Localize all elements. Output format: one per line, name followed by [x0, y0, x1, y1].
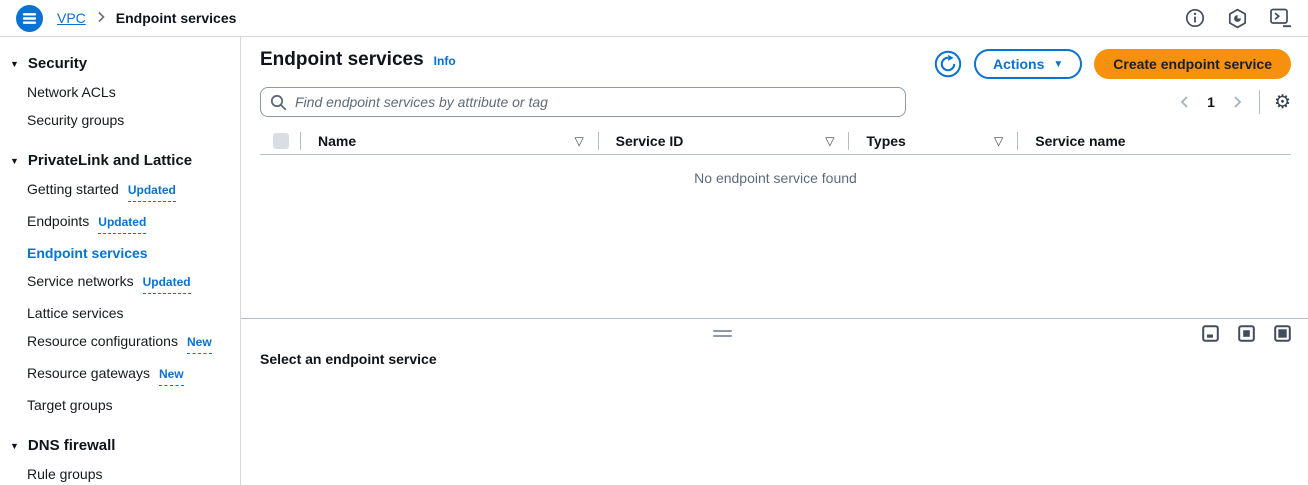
info-link[interactable]: Info: [434, 54, 456, 68]
sidebar-item-label: Network ACLs: [27, 83, 116, 101]
page-number[interactable]: 1: [1199, 94, 1223, 110]
split-panel-drag-handle[interactable]: [713, 330, 732, 337]
breadcrumb: VPC Endpoint services: [57, 10, 236, 26]
sidebar-item-label: Resource configurations: [27, 332, 178, 350]
hamburger-menu-icon[interactable]: [16, 5, 43, 32]
sort-icon[interactable]: ▽: [994, 134, 1003, 148]
updated-badge: Updated: [98, 213, 146, 234]
column-header-service-id[interactable]: Service ID ▽: [599, 133, 849, 149]
empty-state-message: No endpoint service found: [260, 155, 1291, 201]
sort-icon[interactable]: ▽: [574, 134, 583, 148]
breadcrumb-vpc-link[interactable]: VPC: [57, 10, 86, 26]
nav-section-security: ▼ Security Network ACLs Security groups: [0, 49, 240, 134]
sidebar-item-resource-configurations[interactable]: Resource configurations New: [0, 327, 240, 359]
column-header-types[interactable]: Types ▽: [849, 133, 1017, 149]
column-label: Name: [318, 133, 356, 149]
sidebar-item-getting-started[interactable]: Getting started Updated: [0, 175, 240, 207]
top-navigation-bar: VPC Endpoint services: [0, 0, 1308, 37]
info-icon[interactable]: [1185, 8, 1205, 28]
sidebar-item-label: Getting started: [27, 180, 119, 198]
sidebar-item-label: Resource gateways: [27, 364, 150, 382]
caret-down-icon: ▼: [1053, 59, 1063, 70]
actions-button-label: Actions: [993, 56, 1044, 72]
column-label: Service ID: [616, 133, 684, 149]
gear-icon[interactable]: ⚙: [1274, 93, 1291, 112]
column-header-service-name[interactable]: Service name: [1018, 133, 1291, 149]
nav-section-privatelink-header[interactable]: ▼ PrivateLink and Lattice: [0, 146, 240, 175]
sidebar-item-label: Endpoint services: [27, 244, 148, 262]
column-label: Service name: [1035, 133, 1125, 149]
chevron-down-icon: ▼: [10, 156, 19, 166]
nav-section-security-header[interactable]: ▼ Security: [0, 49, 240, 78]
sidebar-item-endpoints[interactable]: Endpoints Updated: [0, 207, 240, 239]
sidebar-item-label: Service networks: [27, 272, 134, 290]
sidebar-item-security-groups[interactable]: Security groups: [0, 106, 240, 134]
nav-section-privatelink: ▼ PrivateLink and Lattice Getting starte…: [0, 146, 240, 419]
pagination: 1 ⚙: [1175, 90, 1291, 114]
nav-section-title: PrivateLink and Lattice: [28, 152, 192, 169]
sidebar-item-network-acls[interactable]: Network ACLs: [0, 78, 240, 106]
create-endpoint-service-button[interactable]: Create endpoint service: [1094, 49, 1291, 79]
side-navigation: ▼ Security Network ACLs Security groups …: [0, 37, 241, 485]
sidebar-item-lattice-services[interactable]: Lattice services: [0, 299, 240, 327]
updated-badge: Updated: [143, 273, 191, 294]
breadcrumb-current: Endpoint services: [116, 10, 237, 26]
endpoint-services-table: Name ▽ Service ID ▽ Types ▽ Service name: [260, 128, 1291, 201]
panel-position-side-icon[interactable]: [1238, 325, 1255, 342]
new-badge: New: [159, 365, 184, 386]
nav-section-dns-firewall: ▼ DNS firewall Rule groups Domain lists: [0, 431, 240, 485]
sidebar-item-resource-gateways[interactable]: Resource gateways New: [0, 359, 240, 391]
sidebar-item-rule-groups[interactable]: Rule groups: [0, 460, 240, 485]
panel-maximize-icon[interactable]: [1274, 325, 1291, 342]
main-content: Endpoint services Info Actions ▼ Create …: [241, 37, 1308, 485]
sidebar-item-target-groups[interactable]: Target groups: [0, 391, 240, 419]
actions-button[interactable]: Actions ▼: [974, 49, 1082, 79]
sidebar-item-label: Endpoints: [27, 212, 89, 230]
nav-section-title: DNS firewall: [28, 437, 116, 454]
search-input[interactable]: [260, 87, 906, 117]
hexagon-clock-icon[interactable]: [1227, 8, 1248, 29]
updated-badge: Updated: [128, 181, 176, 202]
panel-position-bottom-icon[interactable]: [1202, 325, 1219, 342]
sidebar-item-label: Target groups: [27, 396, 113, 414]
select-all-checkbox[interactable]: [273, 133, 289, 149]
split-panel: Select an endpoint service: [241, 318, 1308, 485]
chevron-down-icon: ▼: [10, 59, 19, 69]
page-title: Endpoint services: [260, 49, 424, 71]
breadcrumb-separator-icon: [96, 10, 106, 26]
sidebar-item-endpoint-services[interactable]: Endpoint services: [0, 239, 240, 267]
cloudshell-icon[interactable]: [1270, 8, 1292, 28]
chevron-down-icon: ▼: [10, 441, 19, 451]
table-header-row: Name ▽ Service ID ▽ Types ▽ Service name: [260, 128, 1291, 155]
divider: [1259, 90, 1260, 114]
sidebar-item-label: Lattice services: [27, 304, 123, 322]
nav-section-title: Security: [28, 55, 87, 72]
next-page-icon[interactable]: [1227, 92, 1247, 112]
column-label: Types: [866, 133, 905, 149]
sidebar-item-label: Rule groups: [27, 465, 103, 483]
sidebar-item-label: Security groups: [27, 111, 124, 129]
sidebar-item-service-networks[interactable]: Service networks Updated: [0, 267, 240, 299]
nav-section-dns-firewall-header[interactable]: ▼ DNS firewall: [0, 431, 240, 460]
sort-icon[interactable]: ▽: [825, 134, 834, 148]
refresh-button[interactable]: [934, 50, 962, 78]
column-header-name[interactable]: Name ▽: [301, 133, 598, 149]
new-badge: New: [187, 333, 212, 354]
split-panel-title: Select an endpoint service: [260, 351, 1308, 367]
previous-page-icon[interactable]: [1175, 92, 1195, 112]
